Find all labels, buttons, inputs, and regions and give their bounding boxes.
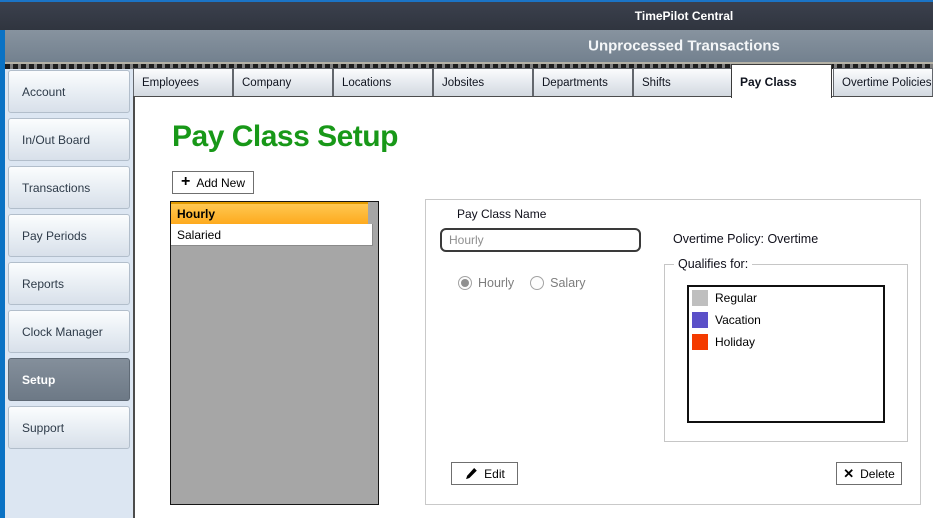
tab-shifts[interactable]: Shifts bbox=[633, 68, 733, 96]
title-bar: TimePilot Central bbox=[0, 2, 933, 30]
tab-employees[interactable]: Employees bbox=[133, 68, 233, 96]
status-header-bar: Unprocessed Transactions bbox=[5, 30, 933, 62]
pay-class-name-input[interactable] bbox=[440, 228, 641, 252]
pay-class-detail-panel: Pay Class Name Overtime Policy: Overtime… bbox=[425, 199, 921, 505]
app-title: TimePilot Central bbox=[635, 9, 733, 23]
tab-overtime-policies[interactable]: Overtime Policies bbox=[833, 68, 933, 96]
qualifies-for-list: Regular Vacation Holiday bbox=[687, 285, 885, 423]
radio-hourly-label: Hourly bbox=[478, 276, 514, 290]
sidebar-item-clock-manager[interactable]: Clock Manager bbox=[8, 310, 130, 353]
qualifies-item-label: Regular bbox=[715, 291, 757, 305]
holiday-color-swatch bbox=[692, 334, 708, 350]
pay-class-list: Hourly Salaried bbox=[170, 201, 379, 505]
radio-salary-label: Salary bbox=[550, 276, 585, 290]
radio-option-salary[interactable]: Salary bbox=[530, 276, 585, 290]
qualifies-for-groupbox: Qualifies for: Regular Vacation Holiday bbox=[664, 264, 908, 442]
delete-label: Delete bbox=[860, 467, 895, 481]
tab-jobsites[interactable]: Jobsites bbox=[433, 68, 533, 96]
qualifies-item-holiday[interactable]: Holiday bbox=[689, 331, 883, 353]
tab-pay-class[interactable]: Pay Class bbox=[731, 64, 832, 98]
plus-icon: + bbox=[181, 174, 190, 190]
sidebar-item-inout-board[interactable]: In/Out Board bbox=[8, 118, 130, 161]
radio-salary-icon[interactable] bbox=[530, 276, 544, 290]
delete-button[interactable]: ✕ Delete bbox=[836, 462, 902, 485]
add-new-label: Add New bbox=[196, 176, 245, 190]
x-icon: ✕ bbox=[843, 467, 854, 480]
pay-class-row-hourly[interactable]: Hourly bbox=[171, 202, 368, 224]
sidebar-item-transactions[interactable]: Transactions bbox=[8, 166, 130, 209]
sidebar-item-support[interactable]: Support bbox=[8, 406, 130, 449]
add-new-button[interactable]: + Add New bbox=[172, 171, 254, 194]
pay-class-row-salaried[interactable]: Salaried bbox=[171, 224, 373, 246]
sidebar-item-reports[interactable]: Reports bbox=[8, 262, 130, 305]
sidebar: Account In/Out Board Transactions Pay Pe… bbox=[5, 69, 133, 518]
radio-option-hourly[interactable]: Hourly bbox=[458, 276, 514, 290]
app-window: TimePilot Central Unprocessed Transactio… bbox=[0, 0, 933, 518]
regular-color-swatch bbox=[692, 290, 708, 306]
qualifies-for-label: Qualifies for: bbox=[674, 257, 752, 271]
page-title: Pay Class Setup bbox=[172, 120, 398, 154]
vacation-color-swatch bbox=[692, 312, 708, 328]
pay-type-radio-group: Hourly Salary bbox=[458, 276, 586, 290]
qualifies-item-label: Holiday bbox=[715, 335, 755, 349]
sidebar-item-account[interactable]: Account bbox=[8, 70, 130, 113]
pay-class-name-label: Pay Class Name bbox=[457, 207, 546, 221]
sidebar-item-setup[interactable]: Setup bbox=[8, 358, 130, 401]
sidebar-item-pay-periods[interactable]: Pay Periods bbox=[8, 214, 130, 257]
status-header-title: Unprocessed Transactions bbox=[588, 38, 780, 55]
radio-hourly-icon[interactable] bbox=[458, 276, 472, 290]
pencil-icon bbox=[464, 467, 478, 481]
qualifies-item-regular[interactable]: Regular bbox=[689, 287, 883, 309]
qualifies-item-vacation[interactable]: Vacation bbox=[689, 309, 883, 331]
tab-company[interactable]: Company bbox=[233, 68, 333, 96]
qualifies-item-label: Vacation bbox=[715, 313, 761, 327]
tab-locations[interactable]: Locations bbox=[333, 68, 433, 96]
edit-label: Edit bbox=[484, 467, 505, 481]
overtime-policy-text: Overtime Policy: Overtime bbox=[673, 232, 818, 246]
edit-button[interactable]: Edit bbox=[451, 462, 518, 485]
tab-departments[interactable]: Departments bbox=[533, 68, 633, 96]
